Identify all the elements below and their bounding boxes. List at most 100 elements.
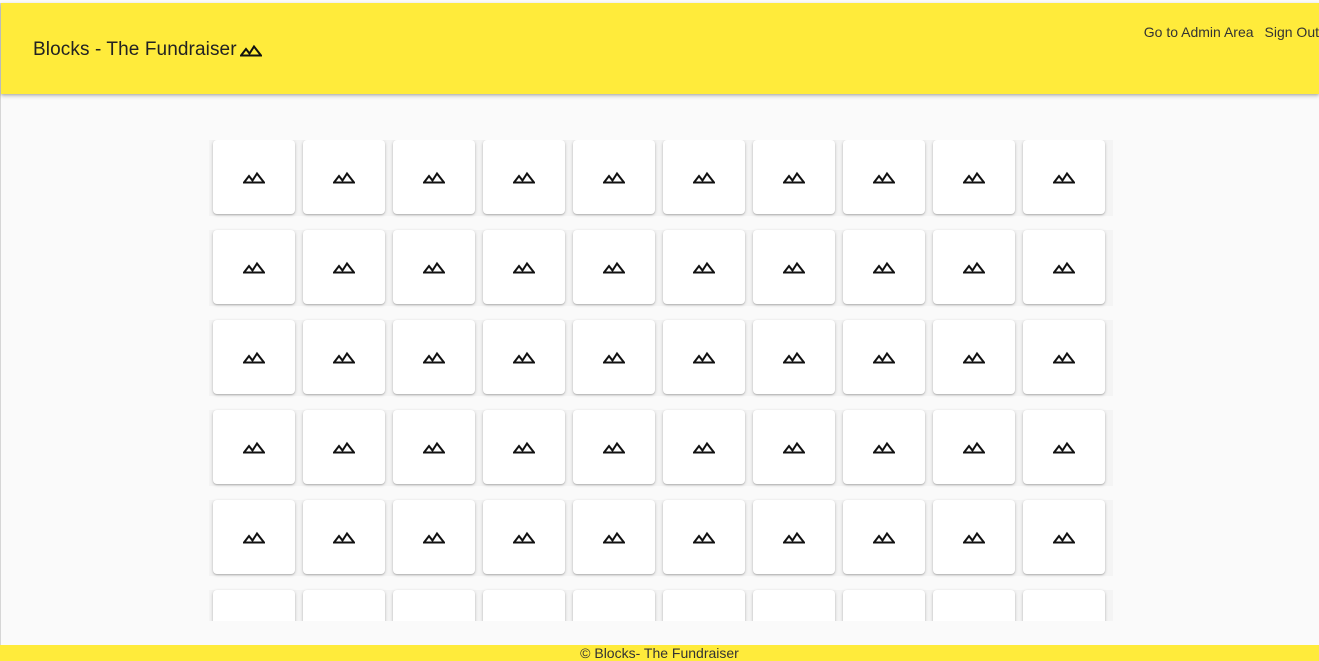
block-tile[interactable] xyxy=(933,410,1015,484)
landscape-icon xyxy=(1053,440,1075,454)
landscape-icon xyxy=(513,530,535,544)
block-tile[interactable] xyxy=(213,500,295,574)
landscape-icon xyxy=(423,350,445,364)
block-tile[interactable] xyxy=(483,500,565,574)
block-tile[interactable] xyxy=(843,140,925,214)
block-tile[interactable] xyxy=(573,410,655,484)
block-tile[interactable] xyxy=(663,590,745,621)
block-tile[interactable] xyxy=(663,140,745,214)
block-tile[interactable] xyxy=(933,230,1015,304)
block-tile[interactable] xyxy=(663,320,745,394)
landscape-icon xyxy=(603,260,625,274)
landscape-icon xyxy=(423,530,445,544)
landscape-icon xyxy=(239,43,262,57)
admin-area-link[interactable]: Go to Admin Area xyxy=(1144,24,1254,40)
landscape-icon xyxy=(513,620,535,621)
block-row xyxy=(209,140,1113,216)
landscape-icon xyxy=(603,620,625,621)
block-tile[interactable] xyxy=(843,320,925,394)
landscape-icon xyxy=(1053,350,1075,364)
block-tile[interactable] xyxy=(213,410,295,484)
block-tile[interactable] xyxy=(1023,590,1105,621)
block-tile[interactable] xyxy=(753,500,835,574)
block-tile[interactable] xyxy=(483,410,565,484)
block-tile[interactable] xyxy=(753,320,835,394)
block-tile[interactable] xyxy=(663,410,745,484)
landscape-icon xyxy=(693,440,715,454)
landscape-icon xyxy=(243,440,265,454)
block-tile[interactable] xyxy=(753,140,835,214)
block-tile[interactable] xyxy=(213,320,295,394)
landscape-icon xyxy=(873,530,895,544)
landscape-icon xyxy=(243,530,265,544)
block-tile[interactable] xyxy=(1023,320,1105,394)
block-tile[interactable] xyxy=(843,500,925,574)
landscape-icon xyxy=(783,260,805,274)
landscape-icon xyxy=(603,530,625,544)
block-tile[interactable] xyxy=(483,590,565,621)
block-tile[interactable] xyxy=(1023,230,1105,304)
landscape-icon xyxy=(333,620,355,621)
block-tile[interactable] xyxy=(663,500,745,574)
block-row xyxy=(209,320,1113,396)
block-tile[interactable] xyxy=(1023,410,1105,484)
block-tile[interactable] xyxy=(393,140,475,214)
block-tile[interactable] xyxy=(393,590,475,621)
block-tile[interactable] xyxy=(843,410,925,484)
block-tile[interactable] xyxy=(1023,500,1105,574)
landscape-icon xyxy=(513,350,535,364)
block-tile[interactable] xyxy=(843,590,925,621)
landscape-icon xyxy=(873,170,895,184)
block-tile[interactable] xyxy=(933,590,1015,621)
block-tile[interactable] xyxy=(213,140,295,214)
block-tile[interactable] xyxy=(933,320,1015,394)
block-tile[interactable] xyxy=(303,500,385,574)
block-tile[interactable] xyxy=(933,140,1015,214)
block-tile[interactable] xyxy=(753,590,835,621)
landscape-icon xyxy=(963,260,985,274)
block-tile[interactable] xyxy=(663,230,745,304)
sign-out-link[interactable]: Sign Out xyxy=(1265,24,1319,40)
block-tile[interactable] xyxy=(573,590,655,621)
block-tile[interactable] xyxy=(483,140,565,214)
block-tile[interactable] xyxy=(393,320,475,394)
landscape-icon xyxy=(783,440,805,454)
block-tile[interactable] xyxy=(753,410,835,484)
block-tile[interactable] xyxy=(303,590,385,621)
landscape-icon xyxy=(963,530,985,544)
block-tile[interactable] xyxy=(303,320,385,394)
landscape-icon xyxy=(333,530,355,544)
block-tile[interactable] xyxy=(573,320,655,394)
block-tile[interactable] xyxy=(573,230,655,304)
block-tile[interactable] xyxy=(933,500,1015,574)
block-tile[interactable] xyxy=(393,500,475,574)
block-tile[interactable] xyxy=(1023,140,1105,214)
landscape-icon xyxy=(873,350,895,364)
block-tile[interactable] xyxy=(573,140,655,214)
block-tile[interactable] xyxy=(573,500,655,574)
landscape-icon xyxy=(1053,260,1075,274)
block-tile[interactable] xyxy=(303,140,385,214)
block-tile[interactable] xyxy=(303,230,385,304)
block-tile[interactable] xyxy=(213,590,295,621)
landscape-icon xyxy=(423,440,445,454)
landscape-icon xyxy=(783,620,805,621)
block-row xyxy=(209,500,1113,576)
block-tile[interactable] xyxy=(303,410,385,484)
block-tile[interactable] xyxy=(483,320,565,394)
landscape-icon xyxy=(243,350,265,364)
landscape-icon xyxy=(513,260,535,274)
block-tile[interactable] xyxy=(213,230,295,304)
landscape-icon xyxy=(333,350,355,364)
landscape-icon xyxy=(243,260,265,274)
landscape-icon xyxy=(603,350,625,364)
block-tile[interactable] xyxy=(843,230,925,304)
landscape-icon xyxy=(963,350,985,364)
block-row xyxy=(209,410,1113,486)
block-tile[interactable] xyxy=(393,230,475,304)
block-tile[interactable] xyxy=(393,410,475,484)
block-tile[interactable] xyxy=(753,230,835,304)
block-tile[interactable] xyxy=(483,230,565,304)
brand: Blocks - The Fundraiser xyxy=(33,39,262,61)
landscape-icon xyxy=(693,170,715,184)
